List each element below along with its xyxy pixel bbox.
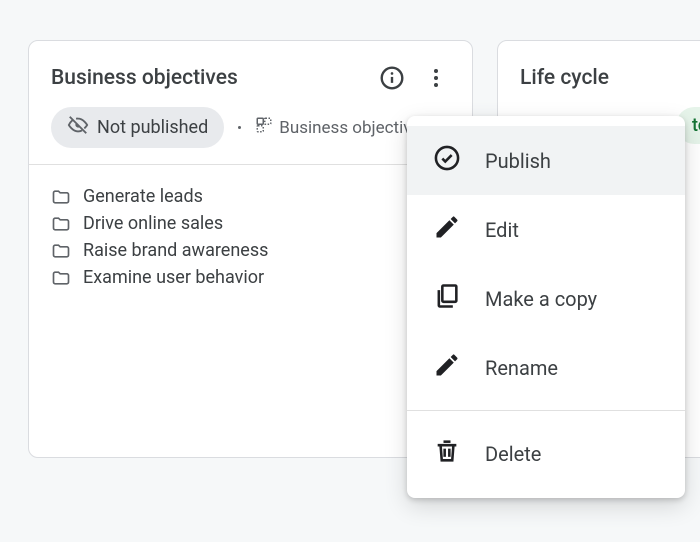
- menu-item-make-copy[interactable]: Make a copy: [407, 264, 685, 333]
- header-actions: [378, 64, 450, 92]
- card-title-row: Business objectives: [51, 63, 450, 93]
- card-header: Business objectives: [29, 41, 472, 165]
- list-item: Examine user behavior: [51, 264, 450, 291]
- folder-icon: [51, 187, 71, 207]
- trash-icon: [433, 437, 461, 470]
- menu-label: Publish: [485, 149, 551, 173]
- list-item: Raise brand awareness: [51, 237, 450, 264]
- context-menu: Publish Edit Make a copy Rename: [407, 116, 685, 498]
- more-menu-icon[interactable]: [422, 64, 450, 92]
- menu-label: Edit: [485, 218, 519, 242]
- folder-icon: [51, 241, 71, 261]
- pencil-icon: [433, 213, 461, 246]
- item-label: Generate leads: [83, 186, 203, 207]
- list-item: Drive online sales: [51, 210, 450, 237]
- menu-label: Make a copy: [485, 287, 597, 311]
- menu-item-rename[interactable]: Rename: [407, 333, 685, 402]
- card-title: Business objectives: [51, 66, 238, 90]
- folder-icon: [51, 268, 71, 288]
- status-chip: Not published: [51, 107, 224, 148]
- eye-off-icon: [67, 114, 89, 141]
- template-icon: [255, 116, 273, 139]
- status-label: Not published: [97, 117, 208, 138]
- menu-label: Delete: [485, 442, 541, 466]
- menu-item-delete[interactable]: Delete: [407, 419, 685, 488]
- chip-label: to: [692, 115, 700, 136]
- copy-icon: [433, 282, 461, 315]
- menu-item-edit[interactable]: Edit: [407, 195, 685, 264]
- pencil-icon: [433, 351, 461, 384]
- card-title-row: Life cycle: [520, 63, 700, 93]
- meta-row: Not published Business objectives: [51, 107, 450, 148]
- item-label: Drive online sales: [83, 213, 223, 234]
- separator-dot: [238, 126, 241, 129]
- menu-item-publish[interactable]: Publish: [407, 126, 685, 195]
- folder-icon: [51, 214, 71, 234]
- check-circle-icon: [433, 144, 461, 177]
- list-item: Generate leads: [51, 183, 450, 210]
- card-title: Life cycle: [520, 66, 609, 90]
- item-label: Raise brand awareness: [83, 240, 268, 261]
- menu-divider: [407, 410, 685, 411]
- card-body: Generate leads Drive online sales Raise …: [29, 165, 472, 309]
- breadcrumb-sub: Business objectives: [255, 116, 429, 139]
- item-label: Examine user behavior: [83, 267, 264, 288]
- info-icon[interactable]: [378, 64, 406, 92]
- menu-label: Rename: [485, 356, 558, 380]
